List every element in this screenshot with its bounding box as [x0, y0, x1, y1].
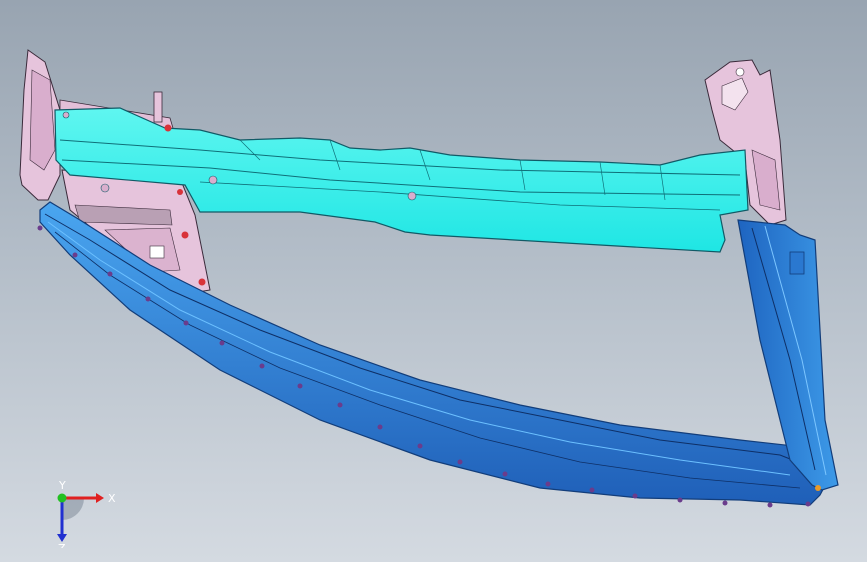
y-axis-dot: [57, 493, 67, 503]
y-axis-label: Y: [58, 479, 66, 492]
triad-plane-icon: [62, 498, 84, 520]
cad-model[interactable]: [0, 0, 867, 562]
z-axis-label: Z: [58, 542, 66, 548]
z-axis-arrowhead: [57, 534, 67, 542]
axis-triad: X Y Z: [57, 479, 116, 548]
cad-viewport[interactable]: X Y Z: [0, 0, 867, 562]
x-axis-arrowhead: [96, 493, 104, 503]
x-axis-label: X: [108, 492, 116, 505]
